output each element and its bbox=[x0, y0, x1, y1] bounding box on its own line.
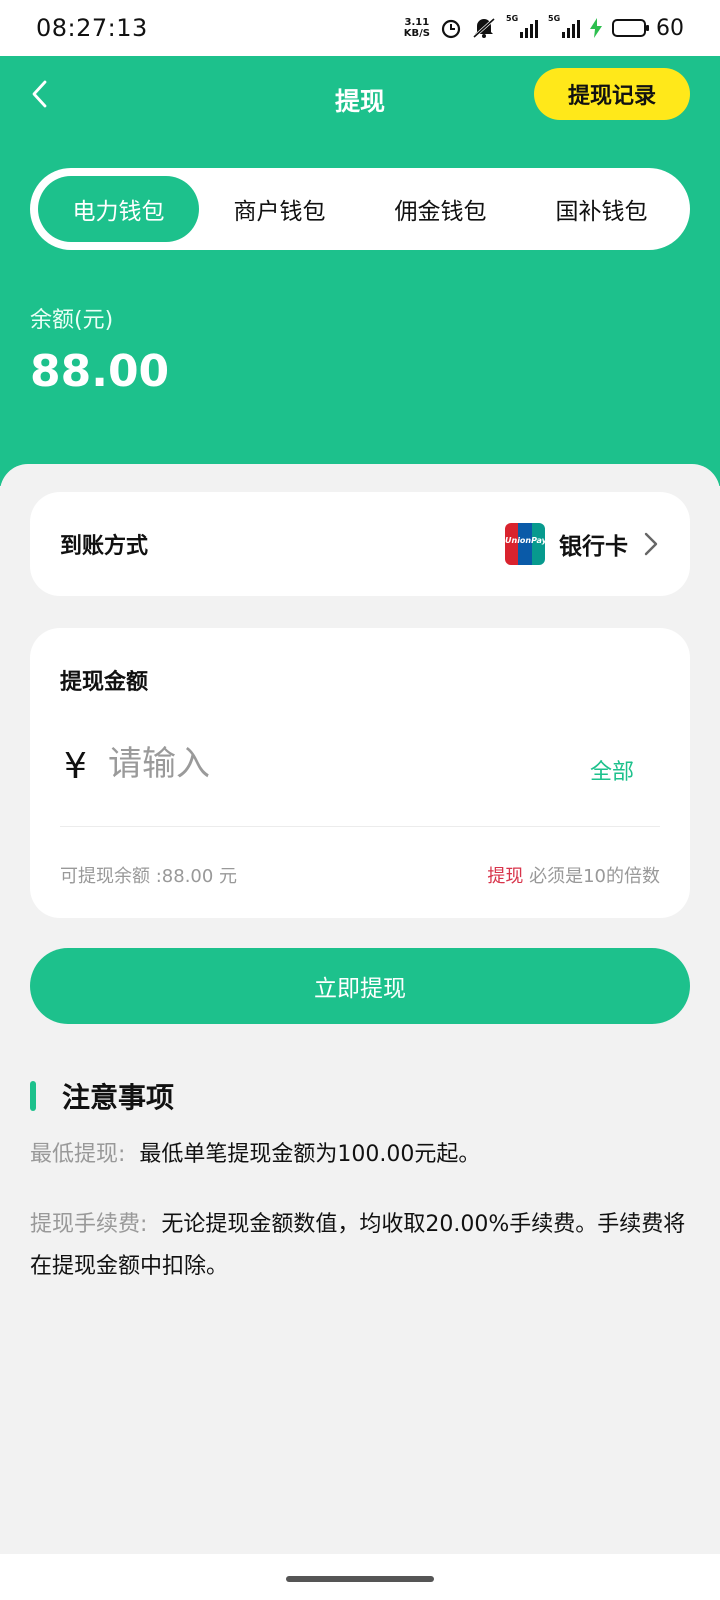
tab-merchant-wallet[interactable]: 商户钱包 bbox=[199, 176, 360, 242]
note-item: 最低提现: 最低单笔提现金额为100.00元起。 bbox=[30, 1134, 690, 1176]
note-key: 提现手续费: bbox=[30, 1212, 148, 1237]
note-value: 最低单笔提现金额为100.00元起。 bbox=[139, 1142, 481, 1167]
charging-icon bbox=[590, 18, 602, 38]
alarm-icon bbox=[440, 17, 462, 39]
status-time: 08:27:13 bbox=[36, 14, 148, 42]
network-speed: 3.11 KB/S bbox=[404, 17, 430, 39]
currency-symbol: ¥ bbox=[64, 746, 87, 787]
signal-5g-icon: 5G bbox=[548, 14, 580, 38]
payout-method-label: 到账方式 bbox=[60, 534, 149, 559]
tab-power-wallet[interactable]: 电力钱包 bbox=[38, 176, 199, 242]
balance-value: 88.00 bbox=[30, 346, 170, 397]
header: 提现 提现记录 电力钱包 商户钱包 佣金钱包 国补钱包 余额(元) 88.00 bbox=[0, 56, 720, 486]
withdraw-all-button[interactable]: 全部 bbox=[590, 754, 634, 786]
amount-title: 提现金额 bbox=[60, 670, 149, 695]
signal-5g-icon: 5G bbox=[506, 14, 538, 38]
unionpay-icon-text: UnionPay bbox=[505, 536, 545, 545]
status-bar: 08:27:13 3.11 KB/S 5G 5G 60 bbox=[0, 0, 720, 56]
balance-label: 余额(元) bbox=[30, 308, 114, 333]
signal-tag: 5G bbox=[506, 14, 519, 23]
multiple-rule: 提现 必须是10的倍数 bbox=[487, 862, 660, 888]
wallet-tabs: 电力钱包 商户钱包 佣金钱包 国补钱包 bbox=[30, 168, 690, 250]
battery-icon bbox=[612, 19, 649, 37]
network-speed-unit: KB/S bbox=[403, 28, 430, 39]
withdraw-page: 08:27:13 3.11 KB/S 5G 5G 60 提现 提现记录 电力钱包… bbox=[0, 0, 720, 1600]
status-icons: 3.11 KB/S 5G 5G 60 bbox=[404, 14, 684, 41]
withdraw-now-button[interactable]: 立即提现 bbox=[30, 948, 690, 1024]
note-item: 提现手续费: 无论提现金额数值，均收取20.00%手续费。手续费将在提现金额中扣除… bbox=[30, 1204, 690, 1288]
notes-accent-bar bbox=[30, 1081, 36, 1111]
tab-subsidy-wallet[interactable]: 国补钱包 bbox=[521, 176, 682, 242]
payout-method-selector: UnionPay 银行卡 bbox=[505, 523, 660, 565]
network-speed-value: 3.11 bbox=[404, 17, 430, 28]
content-sheet: 到账方式 UnionPay 银行卡 提现金额 ¥ 全部 可提现余额 :88.00… bbox=[0, 464, 720, 1554]
note-key: 最低提现: bbox=[30, 1142, 126, 1167]
mute-icon bbox=[472, 17, 496, 39]
signal-tag: 5G bbox=[548, 14, 561, 23]
notes-title: 注意事项 bbox=[62, 1081, 175, 1114]
amount-input[interactable] bbox=[108, 732, 528, 796]
home-indicator[interactable] bbox=[286, 1576, 434, 1582]
payout-method-row[interactable]: 到账方式 UnionPay 银行卡 bbox=[30, 492, 690, 596]
payout-method-value: 银行卡 bbox=[559, 534, 628, 560]
battery-level: 60 bbox=[656, 15, 684, 41]
rule-text: 必须是10的倍数 bbox=[523, 866, 660, 887]
withdraw-records-button[interactable]: 提现记录 bbox=[534, 68, 690, 120]
amount-card: 提现金额 ¥ 全部 可提现余额 :88.00 元 提现 必须是10的倍数 bbox=[30, 628, 690, 918]
chevron-right-icon bbox=[642, 530, 660, 558]
unionpay-icon: UnionPay bbox=[505, 523, 545, 565]
divider bbox=[60, 826, 660, 827]
available-balance: 可提现余额 :88.00 元 bbox=[60, 866, 238, 887]
notes-heading: 注意事项 bbox=[30, 1076, 174, 1116]
rule-highlight: 提现 bbox=[487, 866, 524, 887]
tab-commission-wallet[interactable]: 佣金钱包 bbox=[360, 176, 521, 242]
